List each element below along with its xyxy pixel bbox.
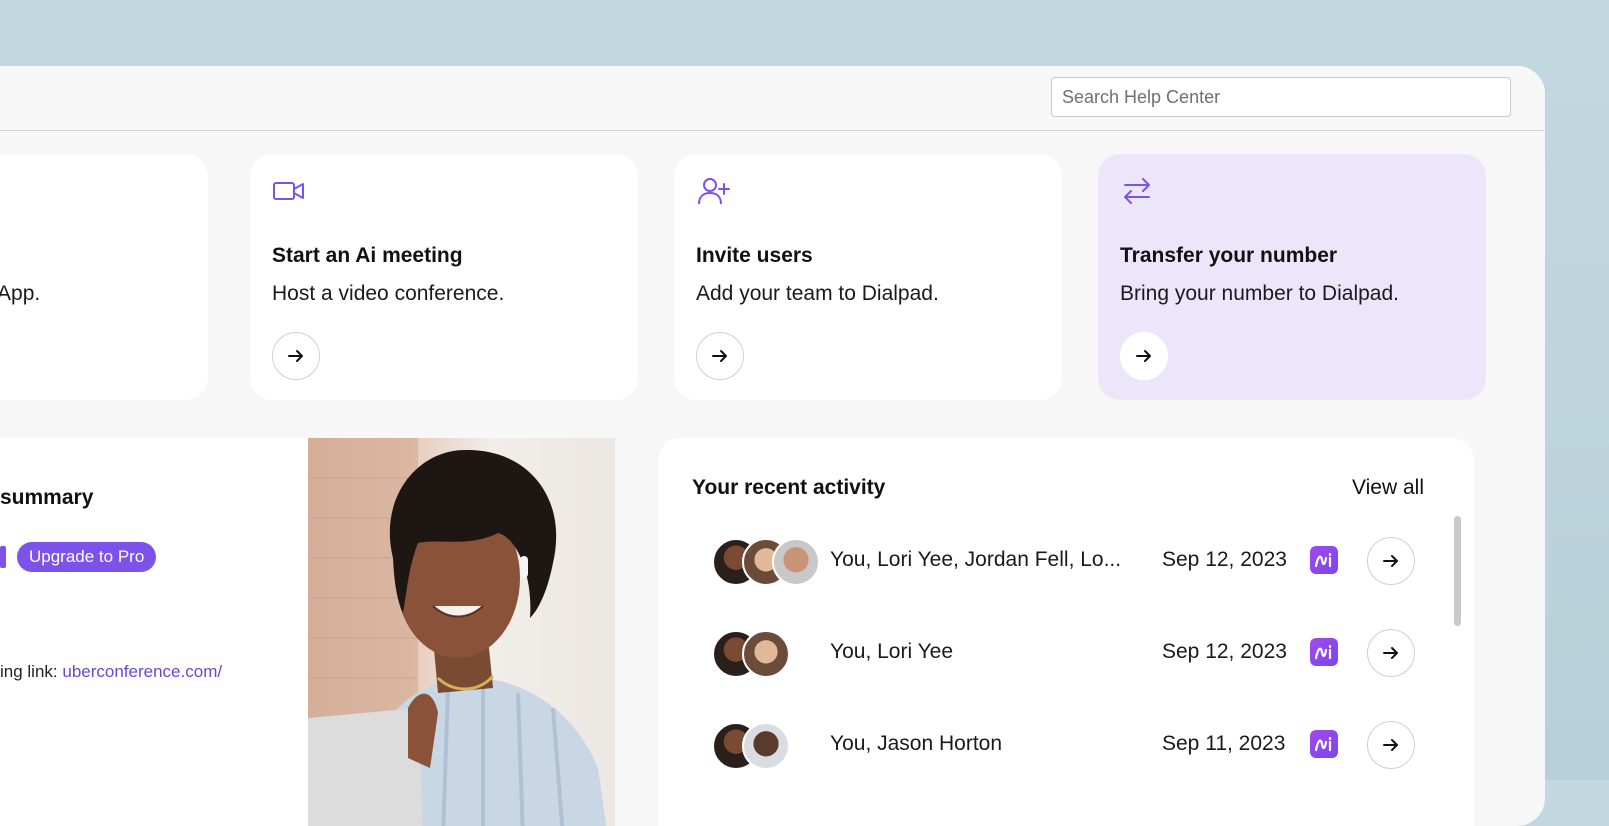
activity-date: Sep 11, 2023	[1162, 732, 1286, 755]
view-all-link[interactable]: View all	[1352, 476, 1424, 500]
activity-date: Sep 12, 2023	[1162, 640, 1287, 663]
search-input[interactable]	[1051, 77, 1511, 117]
arrow-right-icon	[1383, 555, 1398, 567]
activity-row[interactable]: You, Jason Horton Sep 11, 2023	[658, 721, 1448, 782]
participant-names: You, Jason Horton	[830, 732, 1003, 755]
card-title: Start an Ai meeting	[272, 244, 463, 267]
summary-title: summary	[0, 486, 94, 509]
card-arrow-button[interactable]	[1120, 332, 1168, 380]
meeting-link: ing link: uberconference.com/	[0, 662, 222, 682]
activity-date: Sep 12, 2023	[1162, 548, 1287, 571]
top-bar	[0, 66, 1545, 131]
activity-row[interactable]: You, Lori Yee Sep 12, 2023	[658, 629, 1448, 690]
card-arrow-button[interactable]	[696, 332, 744, 380]
video-icon	[273, 182, 304, 200]
upgrade-button[interactable]: Upgrade to Pro	[17, 542, 157, 572]
arrow-right-icon	[288, 350, 303, 362]
activity-row[interactable]: You, Lori Yee, Jordan Fell, Lo... Sep 12…	[658, 537, 1448, 598]
avatar	[742, 630, 790, 678]
plan-indicator	[0, 546, 6, 568]
person-photo	[308, 438, 615, 826]
activity-title: Your recent activity	[692, 476, 886, 499]
avatar	[742, 722, 790, 770]
card-title: Transfer your number	[1120, 244, 1338, 267]
card-description: Add your team to Dialpad.	[696, 282, 939, 305]
app-window: ad App. Start an Ai meeting Host a video…	[0, 66, 1545, 826]
card-description: ad App.	[0, 282, 41, 305]
open-activity-button[interactable]	[1367, 629, 1415, 677]
arrow-right-icon	[712, 350, 727, 362]
avatar	[772, 538, 820, 586]
card-description: Host a video conference.	[272, 282, 505, 305]
recent-activity-card: Your recent activity View all You, Lori …	[658, 438, 1474, 826]
card-start-ai-meeting[interactable]: Start an Ai meeting Host a video confere…	[250, 154, 638, 400]
card-arrow-button[interactable]	[272, 332, 320, 380]
card-invite-users[interactable]: Invite users Add your team to Dialpad.	[674, 154, 1062, 400]
meeting-link-label: ing link:	[0, 662, 63, 681]
arrow-right-icon	[1136, 350, 1151, 362]
ai-badge-icon	[1310, 546, 1338, 574]
transfer-icon	[1124, 178, 1150, 204]
ai-badge-icon	[1310, 730, 1338, 758]
arrow-right-icon	[1383, 739, 1398, 751]
participant-names: You, Lori Yee	[830, 640, 954, 663]
card-title: Invite users	[696, 244, 813, 267]
arrow-right-icon	[1383, 647, 1398, 659]
card-transfer-number[interactable]: Transfer your number Bring your number t…	[1098, 154, 1486, 400]
card-description: Bring your number to Dialpad.	[1120, 282, 1399, 305]
person-illustration	[308, 438, 607, 826]
meeting-link-url[interactable]: uberconference.com/	[62, 662, 222, 681]
open-activity-button[interactable]	[1367, 721, 1415, 769]
scrollbar[interactable]	[1454, 516, 1461, 626]
card-download-app[interactable]: ad App.	[0, 154, 208, 400]
participant-names: You, Lori Yee, Jordan Fell, Lo...	[830, 548, 1122, 571]
add-user-icon	[698, 178, 730, 205]
open-activity-button[interactable]	[1367, 537, 1415, 585]
ai-badge-icon	[1310, 638, 1338, 666]
